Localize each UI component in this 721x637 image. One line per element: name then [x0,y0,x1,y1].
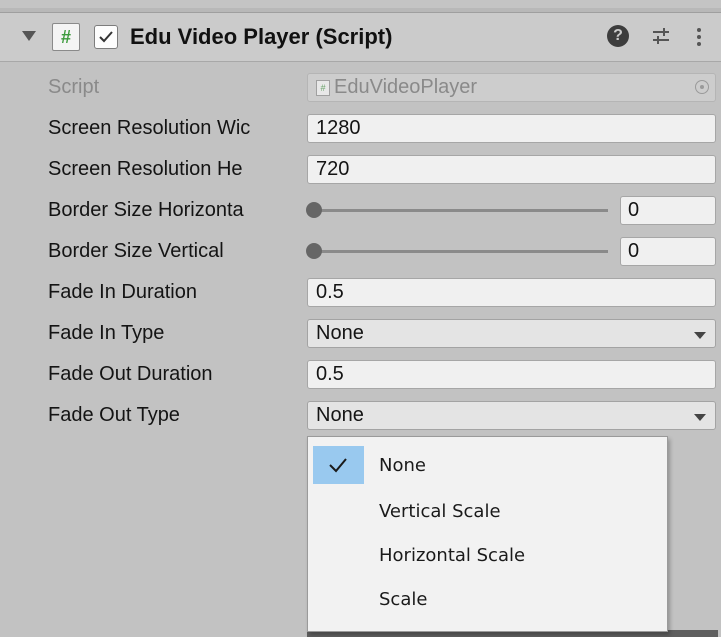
fade-in-duration-input[interactable]: 0.5 [307,278,716,307]
border-horizontal-row: Border Size Horizonta 0 [0,193,721,229]
popup-option-none[interactable]: None [308,443,667,487]
border-vertical-value[interactable]: 0 [620,237,716,266]
fade-out-duration-label: Fade Out Duration [48,363,213,385]
fade-in-type-row: Fade In Type None [0,316,721,352]
object-picker-icon[interactable] [695,80,709,94]
screen-height-input[interactable]: 720 [307,155,716,184]
component-title: Edu Video Player (Script) [130,24,393,49]
screen-width-row: Screen Resolution Wic 1280 [0,111,721,147]
border-vertical-slider-track[interactable] [312,250,608,253]
screen-height-label: Screen Resolution He [48,158,243,180]
fade-in-type-label: Fade In Type [48,322,165,344]
fade-in-duration-label: Fade In Duration [48,281,197,303]
component-header[interactable]: # Edu Video Player (Script) ? [0,13,721,62]
popup-option-label: Vertical Scale [379,501,501,522]
fade-out-type-popup-menu: None Vertical Scale Horizontal Scale Sca… [307,436,668,632]
screen-height-row: Screen Resolution He 720 [0,152,721,188]
fade-out-type-label: Fade Out Type [48,404,180,426]
script-icon: # [52,23,80,51]
popup-option-label: Horizontal Scale [379,545,526,566]
border-horizontal-value[interactable]: 0 [620,196,716,225]
script-row: Script # EduVideoPlayer [0,70,721,106]
popup-option-vertical-scale[interactable]: Vertical Scale [308,489,667,533]
dropdown-arrow-icon [694,332,706,339]
fade-in-type-value: None [316,322,364,344]
fade-out-duration-row: Fade Out Duration 0.5 [0,357,721,393]
fade-in-type-dropdown[interactable]: None [307,319,716,348]
popup-option-horizontal-scale[interactable]: Horizontal Scale [308,533,667,577]
border-horizontal-label: Border Size Horizonta [48,199,244,221]
dropdown-arrow-icon [694,414,706,421]
checkmark-icon [329,458,347,473]
popup-option-scale[interactable]: Scale [308,577,667,621]
border-horizontal-slider-track[interactable] [312,209,608,212]
popup-option-label: Scale [379,589,428,610]
screen-width-label: Screen Resolution Wic [48,117,251,139]
fade-out-duration-input[interactable]: 0.5 [307,360,716,389]
fade-out-type-row: Fade Out Type None [0,398,721,434]
screen-width-input[interactable]: 1280 [307,114,716,143]
window-top-edge [0,0,721,8]
help-icon[interactable]: ? [607,25,629,47]
foldout-arrow-icon[interactable] [22,31,36,41]
script-label: Script [48,76,100,98]
fade-out-type-value: None [316,404,364,426]
fade-in-duration-row: Fade In Duration 0.5 [0,275,721,311]
border-vertical-row: Border Size Vertical 0 [0,234,721,270]
preset-icon[interactable] [650,25,672,47]
script-value: EduVideoPlayer [334,76,478,98]
script-object-field[interactable]: # EduVideoPlayer [307,73,716,102]
menu-kebab-icon[interactable] [696,27,702,47]
script-asset-icon: # [316,79,330,96]
border-horizontal-slider-knob[interactable] [306,202,322,218]
fade-out-type-dropdown[interactable]: None [307,401,716,430]
checkmark-icon [99,31,113,43]
border-vertical-slider-knob[interactable] [306,243,322,259]
selected-highlight [313,446,364,484]
enable-checkbox[interactable] [94,25,118,49]
popup-option-label: None [379,455,426,476]
border-vertical-label: Border Size Vertical [48,240,224,262]
